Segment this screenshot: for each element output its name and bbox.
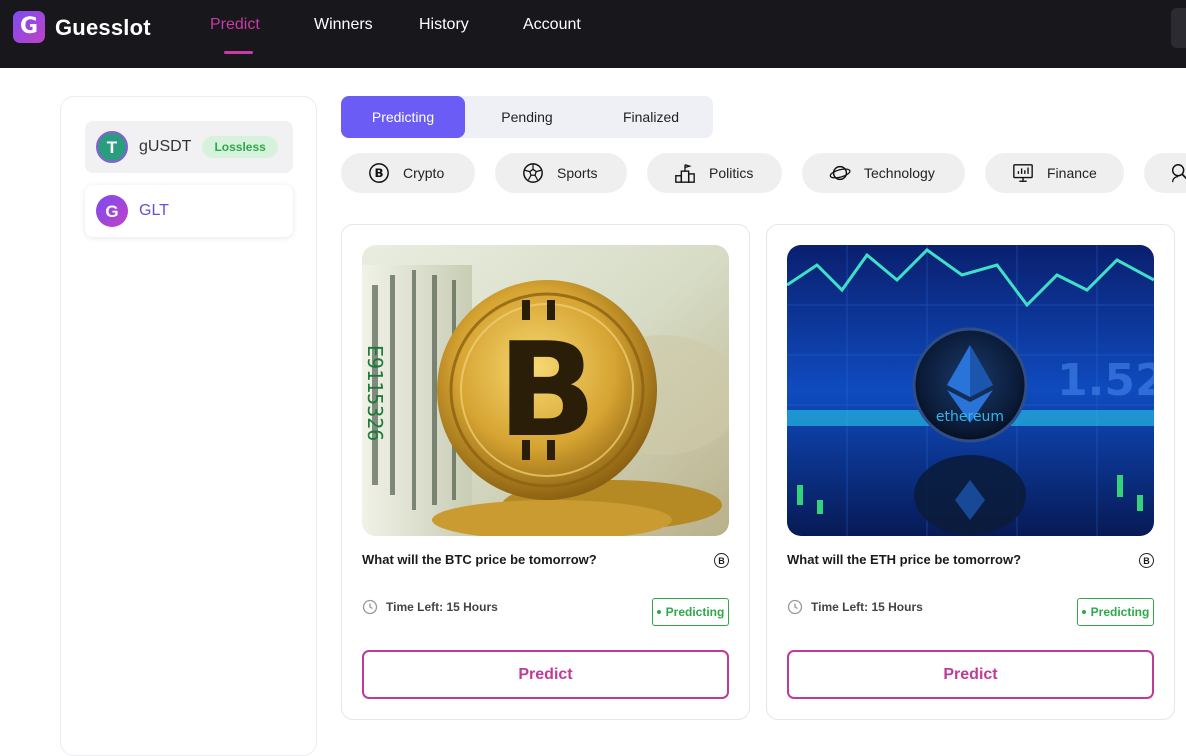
bitcoin-icon: B	[714, 553, 729, 568]
category-label: Politics	[709, 165, 754, 181]
prediction-card-btc[interactable]: E9115326 B What will the BTC price be to…	[341, 224, 750, 720]
clock-icon	[362, 599, 378, 615]
token-symbol: gUSDT	[139, 138, 192, 155]
podium-icon	[673, 161, 697, 185]
monitor-chart-icon	[1011, 161, 1035, 185]
guesslot-token-icon: G	[96, 195, 128, 227]
tab-finalized[interactable]: Finalized	[589, 96, 713, 138]
category-finance[interactable]: Finance	[985, 153, 1124, 193]
nav-winners[interactable]: Winners	[314, 16, 373, 34]
token-sidebar: T gUSDT Lossless G GLT	[60, 96, 317, 756]
category-technology[interactable]: Technology	[802, 153, 965, 193]
predict-button[interactable]: Predict	[787, 650, 1154, 699]
search-person-icon	[1168, 161, 1186, 185]
svg-text:B: B	[374, 166, 383, 180]
prediction-card-eth[interactable]: 1.52 ethereum What will the ETH price be…	[766, 224, 1175, 720]
time-left-text: Time Left: 15 Hours	[811, 600, 923, 614]
token-item-gusdt[interactable]: T gUSDT Lossless	[85, 121, 293, 173]
glt-icon-letter: G	[105, 201, 119, 221]
bitcoin-image: E9115326 B	[362, 245, 729, 536]
card-title: What will the BTC price be tomorrow?	[362, 552, 597, 567]
nav-account[interactable]: Account	[523, 16, 581, 34]
bitcoin-icon: B	[367, 161, 391, 185]
nav-active-underline	[224, 51, 253, 54]
tab-pending[interactable]: Pending	[465, 96, 589, 138]
category-label: Sports	[557, 165, 598, 181]
status-dot	[656, 610, 661, 614]
time-left: Time Left: 15 Hours	[787, 599, 923, 615]
token-symbol: GLT	[139, 202, 169, 219]
status-tabs: Predicting Pending Finalized	[341, 96, 713, 138]
guesslot-logo[interactable]: G	[13, 11, 45, 43]
category-more[interactable]	[1144, 153, 1186, 193]
bitcoin-icon: B	[1139, 553, 1154, 568]
nav-history[interactable]: History	[419, 16, 469, 34]
status-badge: Predicting	[1077, 598, 1154, 626]
category-label: Crypto	[403, 165, 445, 181]
category-crypto[interactable]: B Crypto	[341, 153, 475, 193]
top-navbar: G Guesslot Predict Winners History Accou…	[0, 0, 1186, 68]
svg-text:1.52: 1.52	[1057, 355, 1154, 406]
tab-predicting[interactable]: Predicting	[341, 96, 465, 138]
lossless-badge: Lossless	[202, 136, 278, 158]
category-label: Finance	[1047, 165, 1097, 181]
logo-letter: G	[19, 14, 39, 39]
planet-icon	[828, 161, 852, 185]
status-dot	[1081, 610, 1086, 614]
time-left: Time Left: 15 Hours	[362, 599, 498, 615]
svg-text:E9115326: E9115326	[363, 345, 387, 441]
category-politics[interactable]: Politics	[647, 153, 782, 193]
status-text: Predicting	[1090, 605, 1150, 619]
category-label: Technology	[864, 165, 935, 181]
svg-text:ethereum: ethereum	[936, 409, 1004, 425]
ethereum-image: 1.52 ethereum	[787, 245, 1154, 536]
clock-icon	[787, 599, 803, 615]
time-left-text: Time Left: 15 Hours	[386, 600, 498, 614]
soccer-ball-icon	[521, 161, 545, 185]
status-text: Predicting	[665, 605, 725, 619]
card-title: What will the ETH price be tomorrow?	[787, 552, 1022, 567]
token-item-glt[interactable]: G GLT	[85, 185, 293, 237]
category-sports[interactable]: Sports	[495, 153, 627, 193]
tether-icon-letter: T	[106, 137, 118, 157]
tether-icon: T	[96, 131, 128, 163]
wallet-button[interactable]	[1171, 8, 1186, 48]
predict-button[interactable]: Predict	[362, 650, 729, 699]
nav-predict[interactable]: Predict	[210, 16, 260, 34]
brand-name[interactable]: Guesslot	[55, 15, 151, 41]
status-badge: Predicting	[652, 598, 729, 626]
